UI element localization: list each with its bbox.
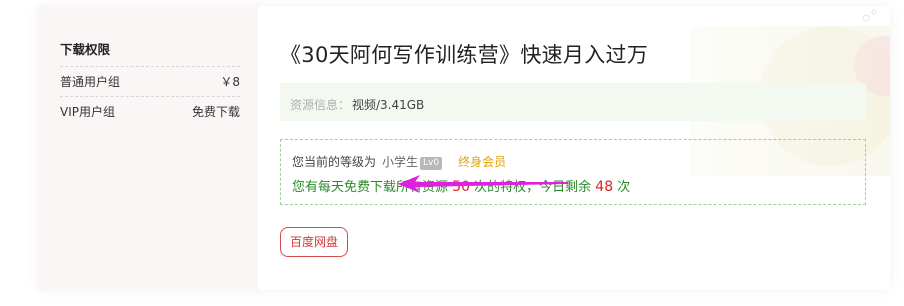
- permission-row-vip: VIP用户组 免费下载: [60, 96, 240, 127]
- download-permissions-sidebar: 下载权限 普通用户组 ￥8 VIP用户组 免费下载: [38, 6, 258, 290]
- resource-info-bar: 资源信息： 视频/3.41GB: [280, 83, 866, 121]
- baidu-pan-download-button[interactable]: 百度网盘: [280, 227, 349, 257]
- quota-text-c: 次: [617, 180, 631, 195]
- remaining-count: 48: [595, 179, 614, 195]
- arrow-annotation-icon: [398, 175, 568, 193]
- permission-group-label: 普通用户组: [60, 75, 121, 89]
- resource-info-value: 视频/3.41GB: [352, 98, 425, 112]
- membership-notice-box: 您当前的等级为 小学生 Lv0 终身会员 您有每天免费下载所有资源 50 次的特权，今…: [280, 139, 866, 205]
- level-badge: Lv0: [420, 157, 443, 170]
- resource-info-label: 资源信息：: [290, 98, 351, 112]
- permission-price: 免费下载: [191, 105, 240, 119]
- user-level-line: 您当前的等级为 小学生 Lv0 终身会员: [292, 153, 506, 170]
- vip-status-link[interactable]: 终身会员: [458, 155, 506, 169]
- permission-group-label: VIP用户组: [60, 105, 115, 119]
- resource-main-panel: 《30天阿何写作训练营》快速月入过万 资源信息： 视频/3.41GB 您当前的等…: [260, 6, 890, 290]
- permissions-title: 下载权限: [60, 42, 111, 57]
- resource-title: 《30天阿何写作训练营》快速月入过万: [280, 43, 649, 67]
- level-name: 小学生: [382, 155, 419, 169]
- permission-price: ￥8: [220, 75, 240, 89]
- level-prefix: 您当前的等级为: [292, 155, 377, 169]
- permission-row-normal: 普通用户组 ￥8: [60, 66, 240, 97]
